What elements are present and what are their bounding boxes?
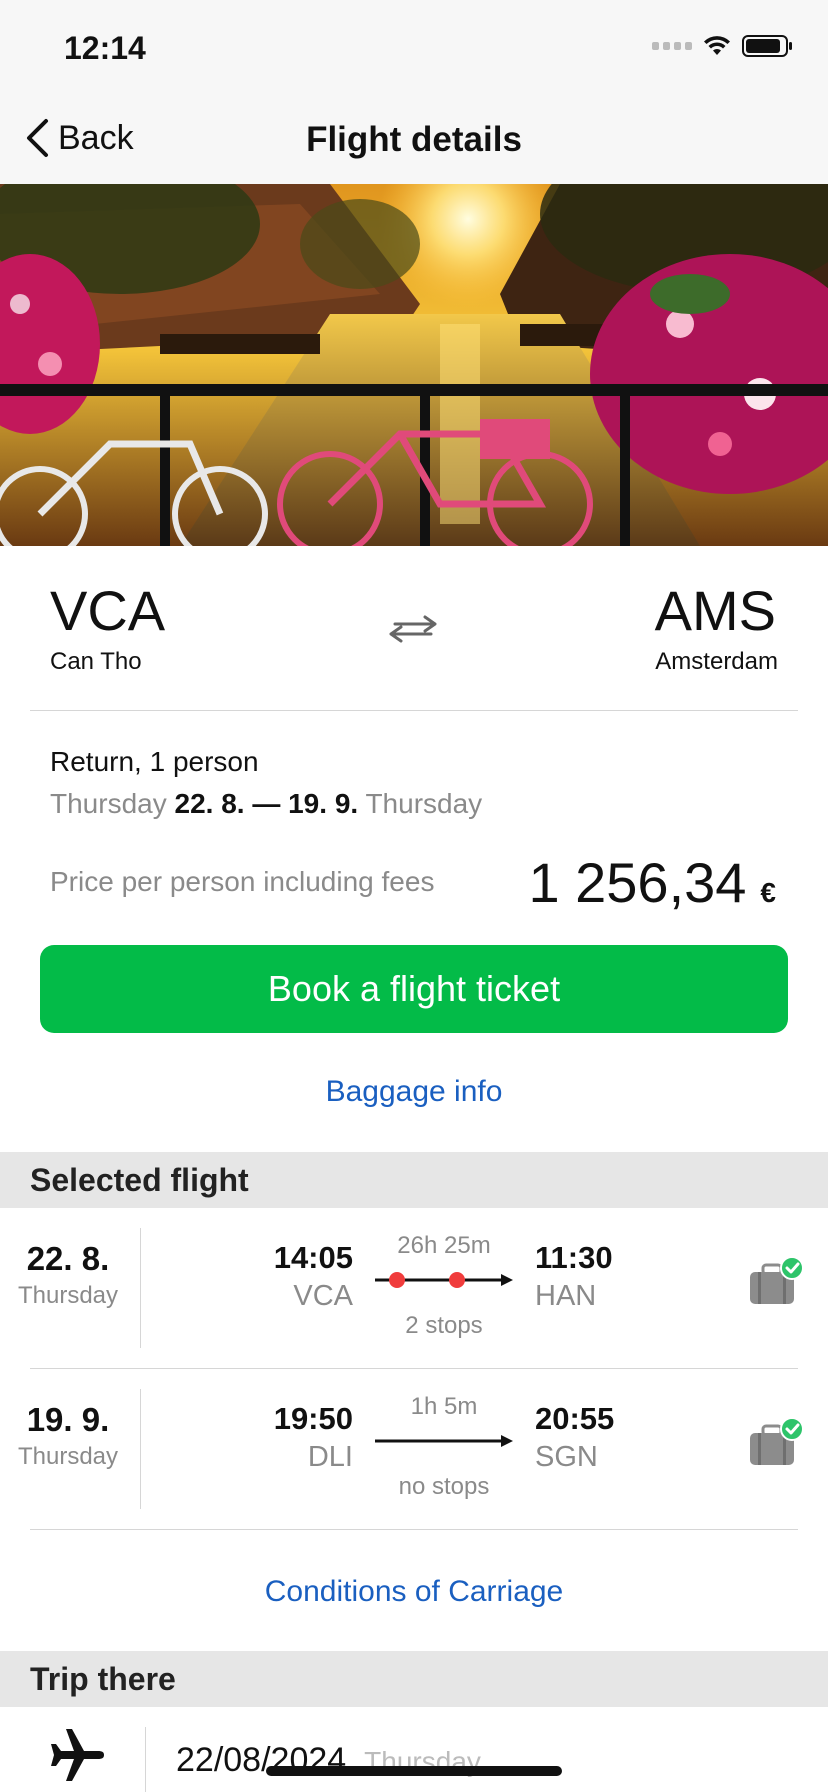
airplane-icon [51,1729,104,1781]
departure-code: DLI [307,1441,353,1473]
selected-flight-header: Selected flight [0,1152,828,1208]
divider [30,1368,798,1369]
trip-type: Return, 1 person [50,746,259,777]
return-weekday: Thursday [365,788,483,819]
divider [30,1529,798,1530]
baggage-included-icon [750,1256,804,1304]
swap-arrows-icon [389,615,437,643]
flight-duration: 26h 25m [397,1232,491,1259]
flight-row-outbound[interactable]: 22. 8. Thursday 14:05 VCA 26h 25m 2 stop… [0,1210,828,1370]
status-time: 12:14 [64,30,146,66]
page-title: Flight details [306,120,522,159]
arrival-code: HAN [535,1280,597,1312]
divider [140,1228,141,1348]
navigation-bar: Back Flight details [0,96,828,184]
origin-city: Can Tho [50,648,142,675]
stops-count: 2 stops [405,1312,483,1339]
destination-city: Amsterdam [655,648,778,675]
divider [30,710,798,711]
status-icons [652,34,794,58]
origin-code: VCA [50,579,166,642]
flight-weekday: Thursday [17,1282,119,1309]
flight-date: 19. 9. Thursday [0,1401,136,1471]
section-title: Trip there [30,1661,176,1697]
status-bar: 12:14 [0,0,828,96]
trip-dates: Thursday 22. 8. — 19. 9. Thursday [50,788,482,820]
trip-there-header: Trip there [0,1651,828,1707]
price-label: Price per person including fees [50,866,435,897]
departure-code: VCA [293,1280,353,1312]
baggage-info-link[interactable]: Baggage info [0,1075,828,1109]
departure-time: 14:05 [273,1240,353,1275]
departure-time: 19:50 [273,1401,353,1436]
flight-day: 19. 9. [26,1401,110,1438]
section-title: Selected flight [30,1162,249,1198]
arrival-time: 20:55 [535,1401,615,1436]
flight-date: 22. 8. Thursday [0,1240,136,1310]
destination-photo [0,184,828,546]
wifi-icon [704,36,730,55]
book-flight-button[interactable]: Book a flight ticket [40,945,788,1033]
date-range: 22. 8. — 19. 9. [174,788,359,819]
outbound-weekday: Thursday [50,788,167,819]
flight-duration: 1h 5m [410,1393,478,1420]
flight-weekday: Thursday [17,1443,119,1470]
route-line-direct-icon [375,1435,513,1447]
stops-count: no stops [398,1473,490,1500]
baggage-included-icon [750,1417,804,1465]
divider [145,1727,146,1792]
divider [140,1389,141,1509]
trip-there-row: 22/08/2024 Thursday [0,1707,828,1792]
price-amount: 1 256,34 [528,851,747,914]
route-line-two-stops-icon [375,1272,513,1288]
arrival-time: 11:30 [535,1240,613,1275]
route-summary: VCA Can Tho AMS Amsterdam [0,546,828,712]
price-currency: € [760,877,776,908]
home-indicator [266,1766,562,1776]
arrival-code: SGN [535,1441,598,1473]
flight-row-return[interactable]: 19. 9. Thursday 19:50 DLI 1h 5m no stops… [0,1371,828,1531]
battery-icon [742,35,792,57]
conditions-of-carriage-link[interactable]: Conditions of Carriage [0,1575,828,1609]
cellular-signal-icon [652,42,692,50]
destination-code: AMS [654,579,776,642]
price-value: 1 256,34 € [528,850,776,915]
flight-day: 22. 8. [26,1240,110,1277]
